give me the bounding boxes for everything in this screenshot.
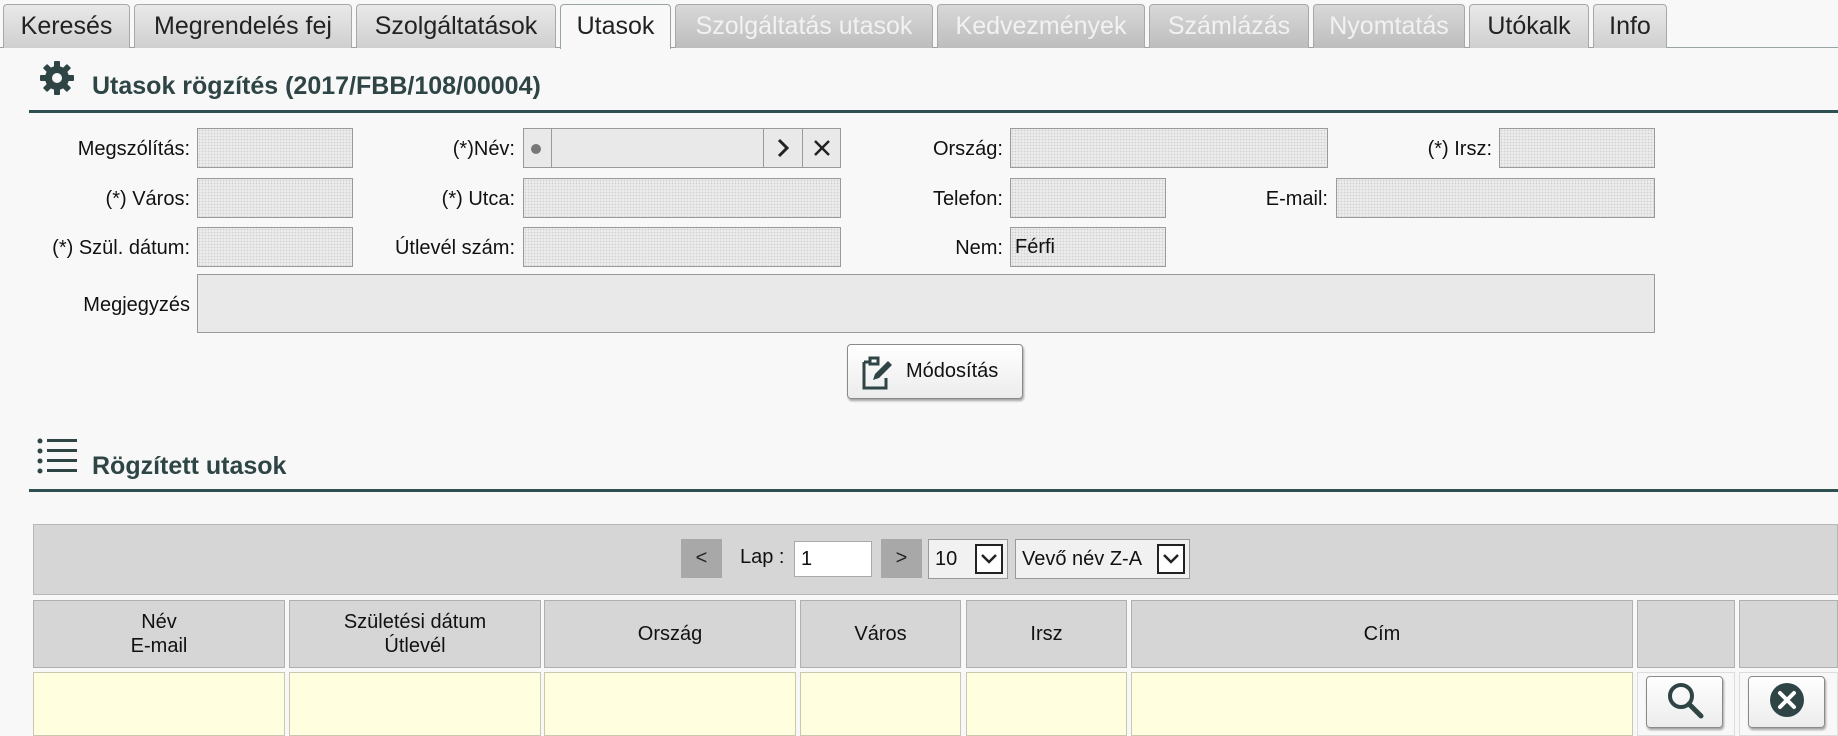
- tab-info[interactable]: Info: [1593, 4, 1667, 48]
- form-title: Utasok rögzítés (2017/FBB/108/00004): [92, 72, 541, 100]
- chevron-down-icon: [1157, 544, 1185, 574]
- column-header-szuletesi-datum-utlevel[interactable]: Születési dátum Útlevél: [289, 600, 541, 668]
- sort-select[interactable]: Vevő név Z-A: [1015, 539, 1190, 579]
- irsz-label: (*) Irsz:: [1427, 138, 1492, 160]
- column-header-line1: Cím: [1363, 623, 1401, 645]
- tab-bar: Keresés Megrendelés fej Szolgáltatások U…: [0, 0, 1838, 49]
- modositas-label: Módosítás: [906, 360, 999, 382]
- pager-prev-button[interactable]: <: [681, 539, 722, 578]
- column-header-line1: Város: [854, 623, 907, 645]
- tab-szolgaltatasok[interactable]: Szolgáltatások: [356, 4, 556, 48]
- chevron-right-icon[interactable]: [764, 129, 802, 167]
- page-size-select[interactable]: 10: [928, 539, 1008, 579]
- irsz-field[interactable]: [1499, 128, 1655, 168]
- list-icon: [36, 437, 78, 475]
- table-cell: [800, 672, 961, 736]
- form-title-rule: [29, 110, 1838, 113]
- close-circle-icon: [1768, 681, 1806, 724]
- nev-lookup-field[interactable]: [523, 128, 841, 168]
- column-header-line1: Születési dátum: [343, 611, 487, 633]
- column-header-nev-email[interactable]: Név E-mail: [33, 600, 285, 668]
- column-header-line2: E-mail: [130, 635, 188, 657]
- sort-value: Vevő név Z-A: [1022, 548, 1143, 570]
- nev-label: (*)Név:: [452, 138, 515, 160]
- orszag-field[interactable]: [1010, 128, 1328, 168]
- search-icon: [1665, 680, 1705, 725]
- megjegyzes-label: Megjegyzés: [83, 294, 190, 316]
- status-dot-icon: [531, 144, 541, 154]
- table-cell: [966, 672, 1127, 736]
- column-header-action-view: [1637, 600, 1735, 668]
- page-input[interactable]: 1: [794, 541, 872, 577]
- tab-kereses[interactable]: Keresés: [3, 4, 130, 48]
- tab-nyomtatas: Nyomtatás: [1313, 4, 1465, 48]
- tab-utokalk[interactable]: Utókalk: [1469, 4, 1589, 48]
- tab-megrendeles-fej[interactable]: Megrendelés fej: [134, 4, 352, 48]
- list-title: Rögzített utasok: [92, 452, 287, 480]
- pager-next-button[interactable]: >: [881, 539, 922, 578]
- szul-datum-field[interactable]: [197, 227, 353, 267]
- telefon-label: Telefon:: [932, 188, 1003, 210]
- tab-kedvezmenyek: Kedvezmények: [937, 4, 1145, 48]
- page-size-value: 10: [935, 548, 958, 570]
- table-cell: [33, 672, 285, 736]
- delete-button[interactable]: [1748, 676, 1825, 728]
- gear-icon: [37, 58, 77, 98]
- column-header-irsz[interactable]: Irsz: [966, 600, 1127, 668]
- column-header-line1: Irsz: [1030, 623, 1063, 645]
- utlevel-field[interactable]: [523, 227, 841, 267]
- column-header-action-delete: [1739, 600, 1838, 668]
- column-header-varos[interactable]: Város: [800, 600, 961, 668]
- page-label: Lap :: [740, 546, 785, 568]
- email-field[interactable]: [1336, 178, 1655, 218]
- column-header-line1: Ország: [637, 623, 703, 645]
- table-cell: [1131, 672, 1633, 736]
- tab-utasok[interactable]: Utasok: [560, 4, 671, 49]
- varos-label: (*) Város:: [105, 188, 190, 210]
- chevron-down-icon: [975, 544, 1003, 574]
- email-label: E-mail:: [1265, 188, 1328, 210]
- megszolitas-label: Megszólítás:: [77, 138, 190, 160]
- utlevel-label: Útlevél szám:: [394, 237, 515, 259]
- modositas-button[interactable]: Módosítás: [847, 344, 1023, 399]
- szul-datum-label: (*) Szül. dátum:: [52, 237, 190, 259]
- column-header-cim[interactable]: Cím: [1131, 600, 1633, 668]
- column-header-line2: Útlevél: [384, 635, 446, 657]
- varos-field[interactable]: [197, 178, 353, 218]
- orszag-label: Ország:: [932, 138, 1003, 160]
- nem-label: Nem:: [955, 237, 1003, 259]
- utca-field[interactable]: [523, 178, 841, 218]
- column-header-orszag[interactable]: Ország: [544, 600, 796, 668]
- list-title-rule: [29, 489, 1838, 492]
- megszolitas-field[interactable]: [197, 128, 353, 168]
- column-header-line1: Név: [141, 611, 177, 633]
- tab-szolgaltatas-utasok: Szolgáltatás utasok: [675, 4, 933, 48]
- telefon-field[interactable]: [1010, 178, 1166, 218]
- nem-field[interactable]: Férfi: [1010, 227, 1166, 267]
- utca-label: (*) Utca:: [441, 188, 515, 210]
- table-cell: [544, 672, 796, 736]
- tab-szamlazas: Számlázás: [1149, 4, 1309, 48]
- page: Keresés Megrendelés fej Szolgáltatások U…: [0, 0, 1838, 736]
- table-cell: [289, 672, 541, 736]
- megjegyzes-field[interactable]: [197, 274, 1655, 333]
- view-button[interactable]: [1646, 676, 1723, 728]
- edit-document-icon: [854, 350, 898, 394]
- close-icon[interactable]: [803, 129, 841, 167]
- lookup-divider: [551, 129, 552, 167]
